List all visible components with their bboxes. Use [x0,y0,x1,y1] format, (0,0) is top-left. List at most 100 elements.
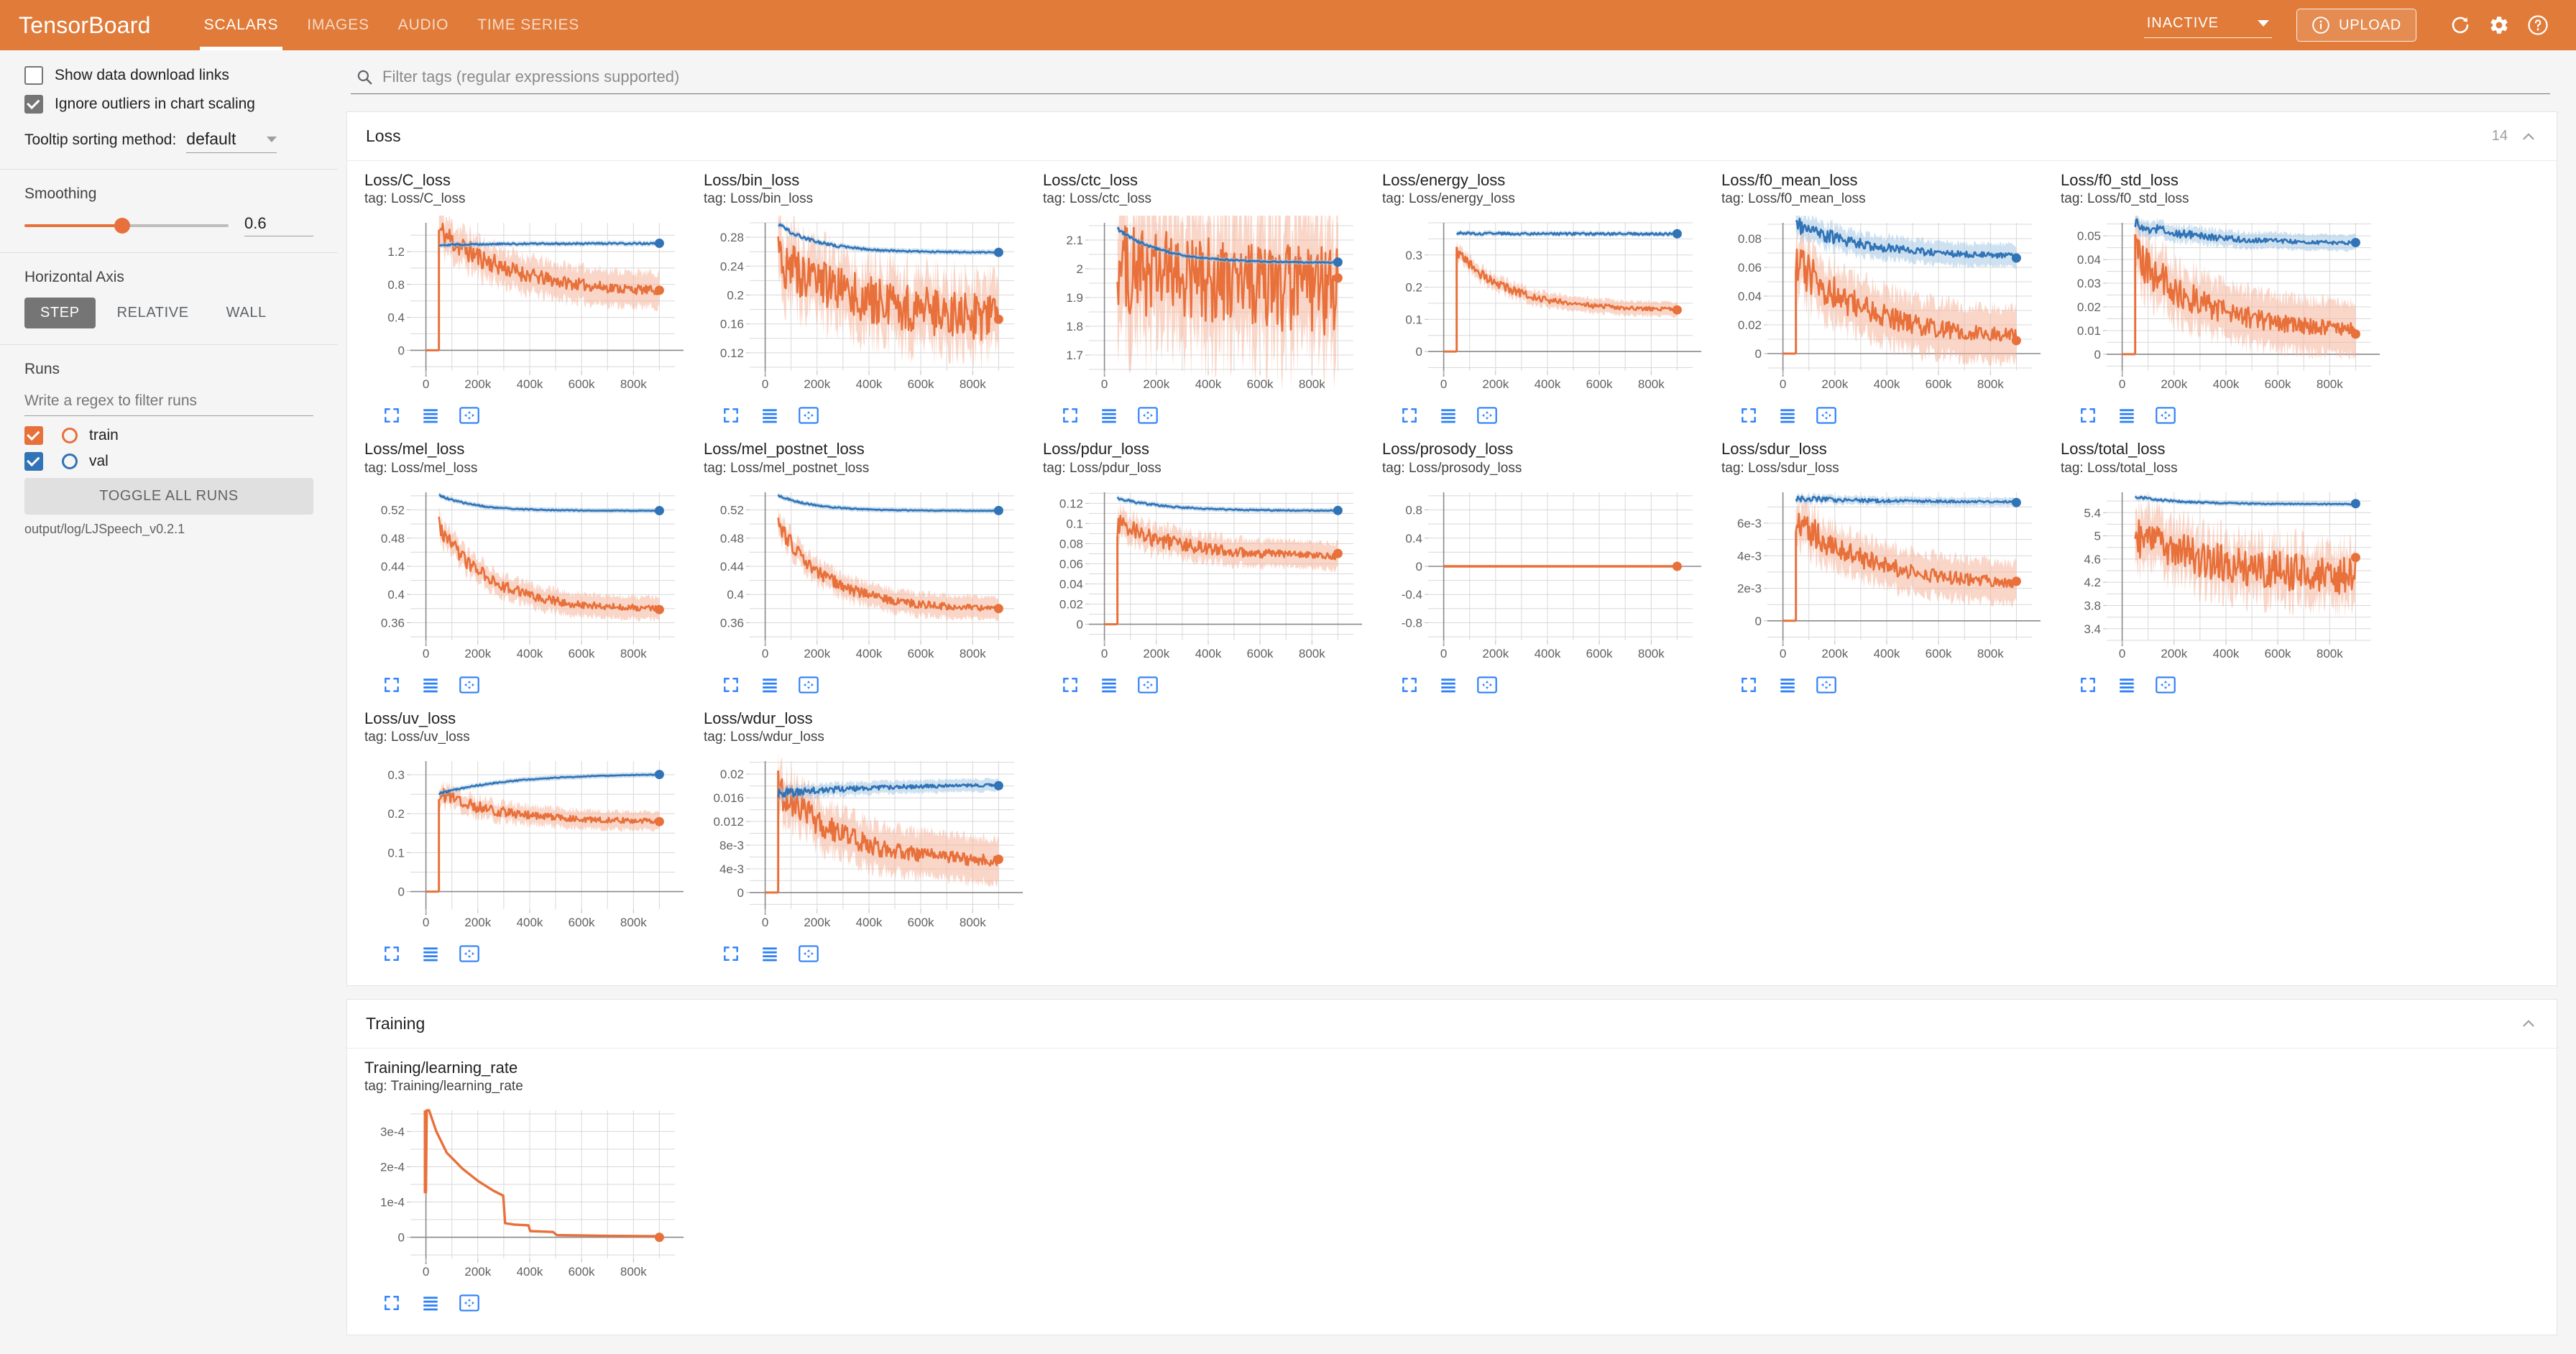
axis-option-step[interactable]: STEP [24,298,96,328]
data-table-icon[interactable] [419,1291,442,1314]
svg-text:200k: 200k [1482,377,1509,391]
run-item-val[interactable]: val [24,452,313,471]
upload-button[interactable]: UPLOAD [2296,9,2416,42]
tab-scalars[interactable]: SCALARS [190,0,293,50]
fit-domain-icon[interactable] [458,942,481,965]
fit-domain-icon[interactable] [458,673,481,696]
fullscreen-icon[interactable] [2076,404,2099,427]
fullscreen-icon[interactable] [1398,673,1421,696]
chart-plot[interactable]: 0.12 0.1 0.08 0.06 0.04 0.02 0 0 200k 400k 600k 800… [1043,485,1362,671]
ignore-outliers-row[interactable]: Ignore outliers in chart scaling [24,95,313,114]
chart-plot[interactable]: 5.4 5 4.6 4.2 3.8 3.4 0 200k 400k 600k 800k [2061,485,2380,671]
chevron-up-icon[interactable] [2519,1014,2538,1033]
svg-text:200k: 200k [1821,377,1848,391]
fit-domain-icon[interactable] [1136,404,1159,427]
tooltip-sorting-select[interactable]: default [186,129,277,153]
tab-audio[interactable]: AUDIO [384,0,464,50]
chevron-up-icon[interactable] [2519,127,2538,146]
data-table-icon[interactable] [758,404,781,427]
chart-plot[interactable]: 2.121.91.81.70200k400k600k800k [1043,216,1362,401]
fullscreen-icon[interactable] [380,1291,403,1314]
fullscreen-icon[interactable] [2076,673,2099,696]
svg-text:0.2: 0.2 [727,289,744,303]
data-table-icon[interactable] [1098,404,1121,427]
section-loss-header[interactable]: Loss 14 [347,112,2557,161]
svg-text:800k: 800k [1638,647,1665,660]
chart-plot[interactable]: 6e-3 4e-3 2e-3 0 0 200k 400k 600k 800k [1721,485,2041,671]
fit-domain-icon[interactable] [458,404,481,427]
fullscreen-icon[interactable] [380,942,403,965]
ignore-outliers-checkbox[interactable] [24,95,43,114]
data-table-icon[interactable] [419,673,442,696]
run-train-checkbox[interactable] [24,426,43,445]
fullscreen-icon[interactable] [719,673,742,696]
toggle-all-runs-button[interactable]: TOGGLE ALL RUNS [24,478,313,515]
fullscreen-icon[interactable] [1737,404,1760,427]
fit-domain-icon[interactable] [797,404,820,427]
fit-domain-icon[interactable] [1815,404,1838,427]
chart-plot[interactable]: 1.2 0.8 0.4 0 0 200k 400k 600k 800k [364,216,684,401]
fit-domain-icon[interactable] [797,673,820,696]
settings-button[interactable] [2480,6,2518,45]
fit-domain-icon[interactable] [1476,673,1499,696]
slider-knob[interactable] [114,217,131,234]
data-table-icon[interactable] [1098,673,1121,696]
run-status-dropdown[interactable]: INACTIVE [2143,12,2272,38]
data-table-icon[interactable] [2115,673,2138,696]
data-table-icon[interactable] [1776,404,1799,427]
chart-plot[interactable]: 0.05 0.04 0.03 0.02 0.01 0 0 200k 400k 600k 800k [2061,216,2380,401]
section-training-header[interactable]: Training [347,1000,2557,1049]
run-val-checkbox[interactable] [24,452,43,471]
data-table-icon[interactable] [2115,404,2138,427]
chart-plot[interactable]: 3e-4 2e-4 1e-4 0 0 200k 400k 600k 800k [364,1103,684,1289]
chart-plot[interactable]: 0.8 0.4 0 -0.4 -0.8 0 200k 400k 600k 800k [1382,485,1701,671]
chart-tag: tag: Loss/prosody_loss [1382,460,1522,476]
fullscreen-icon[interactable] [1059,404,1082,427]
fit-domain-icon[interactable] [797,942,820,965]
fullscreen-icon[interactable] [1059,673,1082,696]
data-table-icon[interactable] [1776,673,1799,696]
chart-plot[interactable]: 0.52 0.48 0.44 0.4 0.36 0 200k 400k 600k 800k [704,485,1023,671]
fullscreen-icon[interactable] [1398,404,1421,427]
refresh-button[interactable] [2441,6,2480,45]
data-table-icon[interactable] [419,942,442,965]
data-table-icon[interactable] [758,673,781,696]
fit-domain-icon[interactable] [1476,404,1499,427]
data-table-icon[interactable] [1437,404,1460,427]
axis-option-relative[interactable]: RELATIVE [101,298,205,328]
chart-plot[interactable]: 0.02 0.016 0.012 8e-3 4e-3 0 0 200k 400k 600k 800k [704,753,1023,939]
fit-domain-icon[interactable] [458,1291,481,1314]
help-button[interactable] [2518,6,2557,45]
tab-time-series[interactable]: TIME SERIES [463,0,594,50]
fit-domain-icon[interactable] [2154,404,2177,427]
fullscreen-icon[interactable] [380,404,403,427]
svg-text:0.44: 0.44 [381,560,405,574]
run-item-train[interactable]: train [24,426,313,445]
data-table-icon[interactable] [1437,673,1460,696]
fullscreen-icon[interactable] [719,942,742,965]
svg-text:800k: 800k [620,1265,647,1279]
fullscreen-icon[interactable] [1737,673,1760,696]
fit-domain-icon[interactable] [1815,673,1838,696]
chart-plot[interactable]: 0.3 0.2 0.1 0 0 200k 400k 600k 800k [1382,216,1701,401]
chart-plot[interactable]: 0.28 0.24 0.2 0.16 0.12 0 200k 400k 600k 800k [704,216,1023,401]
fit-domain-icon[interactable] [1136,673,1159,696]
runs-filter-input[interactable]: Write a regex to filter runs [24,390,313,416]
axis-option-wall[interactable]: WALL [211,298,282,328]
chart-plot[interactable]: 0.3 0.2 0.1 0 0 200k 400k 600k 800k [364,754,684,939]
chart-plot[interactable]: 0.52 0.48 0.44 0.4 0.36 0 200k 400k 600k 800k [364,485,684,671]
show-download-links-row[interactable]: Show data download links [24,66,313,85]
data-table-icon[interactable] [758,942,781,965]
data-table-icon[interactable] [419,404,442,427]
svg-text:200k: 200k [804,377,830,391]
smoothing-value-input[interactable]: 0.6 [244,214,313,236]
fit-domain-icon[interactable] [2154,673,2177,696]
show-download-links-checkbox[interactable] [24,66,43,85]
tab-images[interactable]: IMAGES [293,0,383,50]
tag-filter-row[interactable]: Filter tags (regular expressions support… [351,63,2550,94]
svg-text:600k: 600k [908,916,934,929]
chart-plot[interactable]: 0.08 0.06 0.04 0.02 0 0 200k 400k 600k 800k [1721,216,2041,401]
fullscreen-icon[interactable] [719,404,742,427]
smoothing-slider[interactable] [24,217,229,234]
fullscreen-icon[interactable] [380,673,403,696]
